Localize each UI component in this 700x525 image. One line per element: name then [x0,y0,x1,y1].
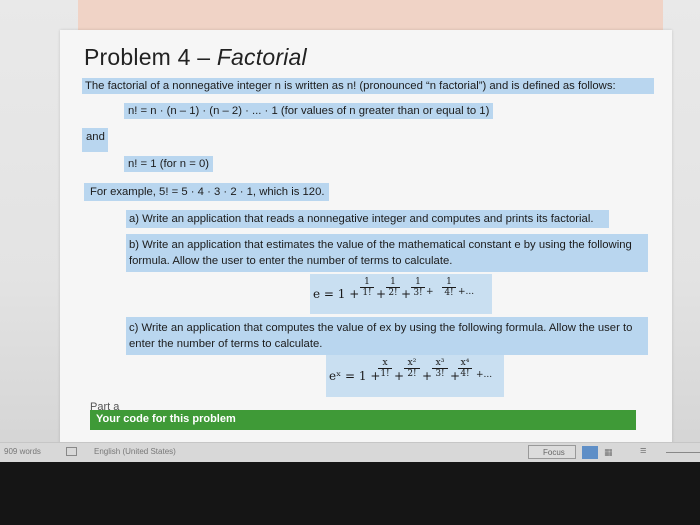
formula-e-term: 1 4! [442,277,456,298]
item-b: b) Write an application that estimates t… [126,234,648,272]
and-text: and [82,128,108,152]
formula-e-plus: + [426,287,434,297]
example-text: For example, 5! = 5 · 4 · 3 · 2 · 1, whi… [84,183,329,201]
formula-ex-tail-box: +... [474,355,504,397]
title-italic: Factorial [216,44,307,70]
print-layout-view-icon[interactable] [582,446,598,459]
formula-factorial: n! = n · (n – 1) · (n – 2) · ... · 1 (fo… [124,103,494,119]
formula-ex-tail: +... [476,370,493,380]
formula-ex-term: x³ 3! [432,358,448,379]
web-layout-view-icon[interactable]: ▦ [604,447,613,458]
zoom-slider[interactable] [666,452,700,453]
item-a: a) Write an application that reads a non… [126,210,609,228]
formula-ex-term: x² 2! [404,358,420,379]
formula-ex-plus: + [422,369,433,383]
formula-ex: eˣ = 1 + x 1! + x² 2! + x³ 3! + x⁴ 4! [326,355,474,397]
formula-ex-plus: + [394,369,405,383]
item-c: c) Write an application that computes th… [126,317,648,355]
formula-e-tail-box: 1 4! +... [440,274,492,314]
proofing-icon[interactable] [66,447,77,456]
formula-ex-term: x⁴ 4! [458,358,472,379]
status-bar: 909 words English (United States) Focus … [0,442,700,462]
title-plain: Problem 4 – [84,44,217,70]
formula-e-term: 1 3! [411,277,425,298]
formula-e: e = 1 + 1 1! + 1 2! + 1 3! + [310,274,440,314]
formula-ex-term: x 1! [378,358,392,379]
focus-button[interactable]: Focus [528,445,576,459]
formula-e-term: 1 2! [386,277,400,298]
formula-e-plus: + [376,287,387,301]
formula-e-lhs: e = 1 + [313,287,360,301]
page-title: Problem 4 – Factorial [84,44,307,71]
code-section-header[interactable]: Your code for this problem [90,410,636,430]
formula-zero-factorial: n! = 1 (for n = 0) [124,156,214,172]
formula-ex-lhs: eˣ = 1 + [329,369,381,383]
definition-paragraph: The factorial of a nonnegative integer n… [82,78,654,94]
read-mode-view-icon[interactable]: ≡ [640,445,646,457]
word-count[interactable]: 909 words [4,447,41,456]
formula-e-plus: + [401,287,412,301]
formula-e-term: 1 1! [360,277,374,298]
document-page[interactable]: Problem 4 – Factorial The factorial of a… [60,30,672,445]
screen: Problem 4 – Factorial The factorial of a… [0,0,700,462]
formula-e-tail: +... [458,287,475,297]
top-banner [78,0,663,30]
language-indicator[interactable]: English (United States) [94,447,176,456]
